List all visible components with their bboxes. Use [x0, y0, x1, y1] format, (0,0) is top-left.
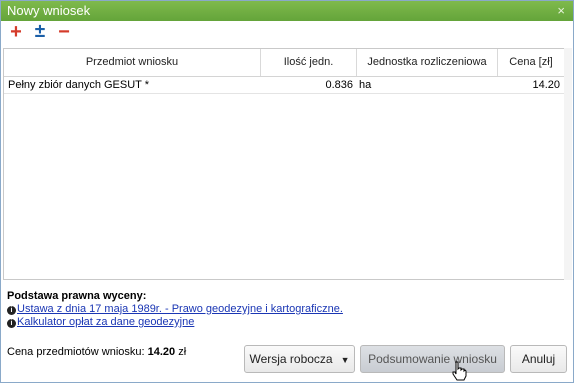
legal-link-row: i Kalkulator opłat za dane geodezyjne — [7, 316, 343, 329]
dialog-titlebar: Nowy wniosek × — [1, 1, 573, 21]
column-header-unit[interactable]: Jednostka rozliczeniowa — [357, 49, 498, 76]
legal-link-row: i Ustawa z dnia 17 maja 1989r. - Prawo ge… — [7, 303, 343, 316]
total-price-label: Cena przedmiotów wniosku: — [7, 346, 145, 358]
info-icon: i — [7, 306, 16, 315]
cell-quantity: 0.836 — [325, 79, 353, 91]
draft-version-button[interactable]: Wersja robocza ▼ — [244, 345, 355, 373]
law-link[interactable]: Ustawa z dnia 17 maja 1989r. - Prawo geo… — [17, 303, 343, 315]
cell-item: Pełny zbiór danych GESUT * — [8, 79, 150, 91]
column-header-quantity[interactable]: Ilość jedn. — [261, 49, 357, 76]
close-icon[interactable]: × — [557, 1, 565, 21]
chevron-down-icon: ▼ — [340, 355, 350, 365]
new-request-dialog: Nowy wniosek × + ± − Przedmiot wniosku I… — [0, 0, 574, 383]
cell-unit: ha — [359, 79, 372, 91]
items-table: Przedmiot wniosku Ilość jedn. Jednostka … — [3, 48, 565, 280]
legal-basis: Podstawa prawna wyceny: i Ustawa z dnia 1… — [7, 290, 343, 329]
column-header-price[interactable]: Cena [zł] — [498, 49, 564, 76]
legal-basis-heading: Podstawa prawna wyceny: — [7, 290, 147, 302]
total-price-value: 14.20 — [147, 346, 176, 358]
info-icon: i — [7, 319, 16, 328]
total-price-currency: zł — [178, 346, 187, 358]
draft-version-label: Wersja robocza — [249, 352, 333, 366]
remove-icon[interactable]: − — [54, 22, 74, 43]
request-summary-button[interactable]: Podsumowanie wniosku — [360, 345, 505, 373]
toolbar: + ± − — [1, 21, 573, 45]
vertical-scrollbar[interactable] — [564, 48, 572, 280]
add-icon[interactable]: + — [6, 22, 26, 43]
hand-cursor-icon — [452, 361, 467, 381]
dialog-title: Nowy wniosek — [7, 3, 91, 18]
column-header-item[interactable]: Przedmiot wniosku — [4, 49, 261, 76]
fee-calculator-link[interactable]: Kalkulator opłat za dane geodezyjne — [17, 316, 194, 328]
plus-minus-icon[interactable]: ± — [30, 22, 50, 43]
cell-price: 14.20 — [532, 79, 560, 91]
table-header: Przedmiot wniosku Ilość jedn. Jednostka … — [4, 49, 564, 77]
total-price: Cena przedmiotów wniosku: 14.20 zł — [7, 346, 186, 358]
cancel-button[interactable]: Anuluj — [510, 345, 567, 373]
table-row[interactable]: Pełny zbiór danych GESUT * 0.836 ha 14.2… — [4, 77, 564, 94]
